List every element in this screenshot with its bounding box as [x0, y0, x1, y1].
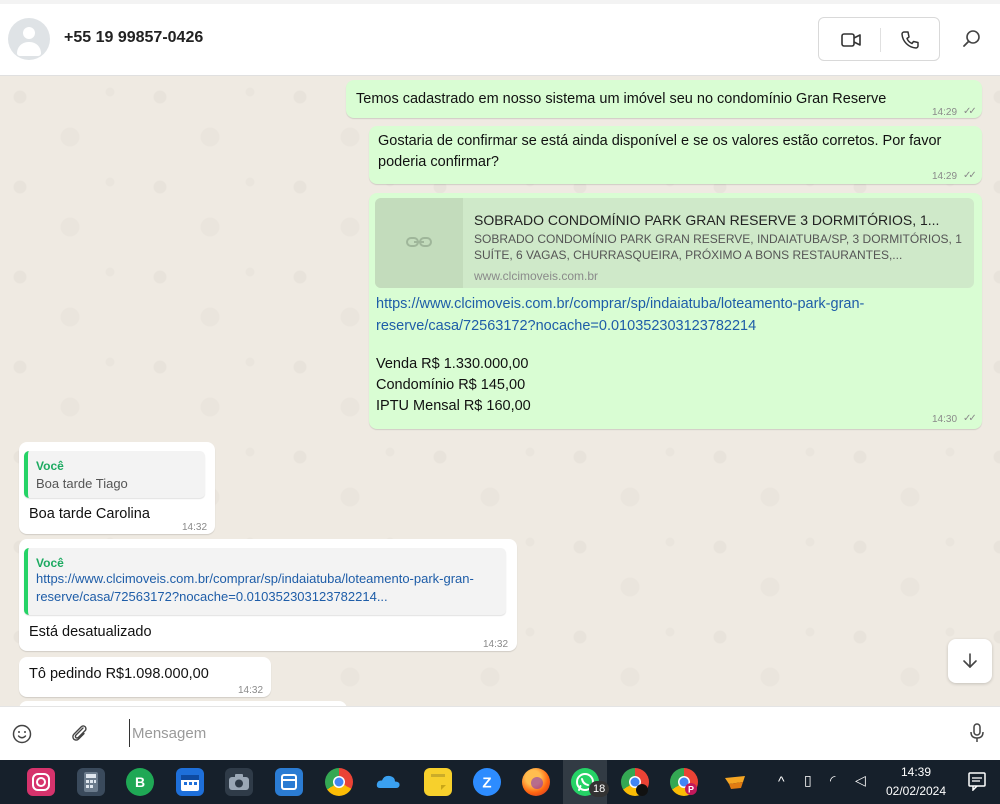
link-icon [406, 237, 432, 247]
calculator-icon[interactable] [77, 768, 105, 796]
message-time: 14:30 [932, 414, 958, 425]
outgoing-link-message[interactable]: SOBRADO CONDOMÍNIO PARK GRAN RESERVE 3 D… [369, 193, 982, 429]
message-text: Tô pedindo R$1.098.000,00 [29, 666, 209, 682]
app-icon[interactable] [721, 768, 749, 796]
link-preview-domain: www.clcimoveis.com.br [474, 269, 599, 283]
device-icon[interactable]: ▯ [804, 772, 812, 789]
read-receipt-icon: ✓✓ [963, 170, 977, 181]
message-time: 14:29 [932, 171, 958, 182]
message-time: 14:32 [238, 685, 264, 696]
camera-icon[interactable] [225, 768, 253, 796]
svg-text:P: P [688, 785, 694, 795]
message-input[interactable] [129, 719, 929, 747]
price-condominio: Condomínio R$ 145,00 [376, 377, 526, 393]
quoted-message[interactable]: Você https://www.clcimoveis.com.br/compr… [24, 548, 506, 615]
microphone-icon[interactable] [967, 722, 987, 749]
link-preview-thumbnail [375, 198, 463, 288]
quoted-text: Boa tarde Tiago [36, 476, 128, 491]
link-preview-description: SOBRADO CONDOMÍNIO PARK GRAN RESERVE, IN… [474, 232, 962, 262]
avatar-body [17, 42, 41, 56]
arrow-down-icon [963, 653, 977, 668]
avatar-head [23, 27, 35, 39]
emoji-icon[interactable] [11, 723, 33, 750]
os-taskbar: B Z 18 P ^ ▯ ◜ ◁ 14:39 02/02/2024 [0, 760, 1000, 804]
message-text: Temos cadastrado em nosso sistema um imó… [356, 91, 887, 107]
instagram-icon[interactable] [27, 768, 55, 796]
svg-text:B: B [135, 774, 145, 790]
video-call-icon[interactable] [840, 29, 862, 51]
contact-name[interactable]: +55 19 99857-0426 [64, 29, 203, 47]
zoom-icon[interactable]: Z [473, 768, 501, 796]
window-top-strip [0, 0, 1000, 4]
quoted-message[interactable]: Você Boa tarde Tiago [24, 451, 205, 498]
chrome-profile-icon[interactable] [621, 768, 649, 796]
chrome-icon[interactable] [325, 768, 353, 796]
message-time: 14:32 [182, 522, 208, 533]
sticky-notes-icon[interactable] [424, 768, 452, 796]
message-text: Está desatualizado [29, 624, 152, 640]
incoming-message[interactable]: Você https://www.clcimoveis.com.br/compr… [19, 539, 517, 651]
notifications-icon[interactable] [967, 771, 987, 796]
calendar-icon[interactable] [176, 768, 204, 796]
whatsapp-business-icon[interactable]: B [126, 768, 154, 796]
message-composer [0, 706, 1000, 760]
incoming-message[interactable]: Tô pedindo R$1.098.000,00 14:32 [19, 657, 271, 697]
clock-date[interactable]: 02/02/2024 [878, 784, 954, 798]
incoming-message[interactable]: Você Boa tarde Tiago Boa tarde Carolina … [19, 442, 215, 534]
chat-header: +55 19 99857-0426 [0, 0, 1000, 76]
call-buttons [818, 17, 940, 61]
read-receipt-icon: ✓✓ [963, 106, 977, 117]
onedrive-icon[interactable] [374, 768, 402, 796]
message-list[interactable]: Temos cadastrado em nosso sistema um imó… [0, 77, 1000, 706]
office-icon[interactable] [275, 768, 303, 796]
message-text: Boa tarde Carolina [29, 506, 150, 522]
price-venda: Venda R$ 1.330.000,00 [376, 356, 529, 372]
attach-icon[interactable] [68, 722, 90, 749]
speaker-icon[interactable]: ◁ [855, 772, 866, 789]
chrome-profile-p-icon[interactable]: P [670, 768, 698, 796]
chevron-up-icon[interactable]: ^ [778, 773, 785, 789]
link-preview-title: SOBRADO CONDOMÍNIO PARK GRAN RESERVE 3 D… [474, 212, 940, 228]
firefox-icon[interactable] [522, 768, 550, 796]
message-text: Gostaria de confirmar se está ainda disp… [378, 133, 942, 170]
unread-badge: 18 [589, 781, 610, 797]
scroll-to-bottom-button[interactable] [948, 639, 992, 683]
quoted-text: https://www.clcimoveis.com.br/comprar/sp… [36, 571, 474, 604]
call-separator [880, 28, 881, 52]
outgoing-message[interactable]: Gostaria de confirmar se está ainda disp… [369, 126, 982, 184]
link-preview-card[interactable]: SOBRADO CONDOMÍNIO PARK GRAN RESERVE 3 D… [375, 198, 974, 288]
search-icon[interactable] [960, 27, 984, 51]
outgoing-message[interactable]: Temos cadastrado em nosso sistema um imó… [346, 80, 982, 118]
clock-time[interactable]: 14:39 [878, 765, 954, 779]
message-link[interactable]: https://www.clcimoveis.com.br/comprar/sp… [376, 293, 976, 337]
price-iptu: IPTU Mensal R$ 160,00 [376, 398, 531, 414]
phone-call-icon[interactable] [899, 29, 921, 51]
contact-avatar[interactable] [8, 18, 50, 60]
read-receipt-icon: ✓✓ [963, 413, 977, 424]
wifi-icon[interactable]: ◜ [830, 772, 835, 789]
message-time: 14:29 [932, 107, 958, 118]
svg-text:Z: Z [482, 775, 491, 792]
message-time: 14:32 [483, 639, 509, 650]
